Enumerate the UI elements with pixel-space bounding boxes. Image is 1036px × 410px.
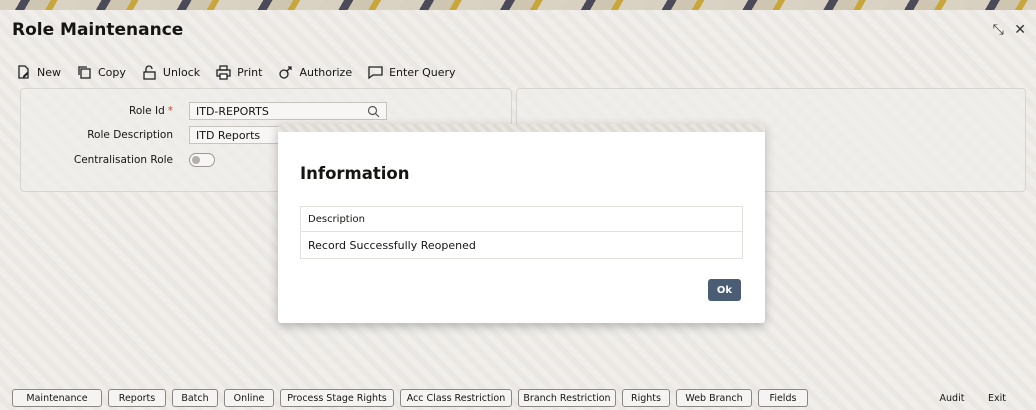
message-row: Record Successfully Reopened: [308, 238, 476, 252]
online-button[interactable]: Online: [224, 389, 274, 407]
fields-button[interactable]: Fields: [758, 389, 808, 407]
authorize-label: Authorize: [299, 65, 353, 79]
new-icon: [18, 64, 29, 79]
audit-button[interactable]: Audit: [932, 389, 972, 407]
role-id-value: ITD-REPORTS: [196, 104, 269, 118]
process-stage-rights-button[interactable]: Process Stage Rights: [280, 389, 394, 407]
unlock-icon: [143, 64, 156, 80]
new-button[interactable]: New: [16, 64, 61, 80]
batch-button[interactable]: Batch: [172, 389, 218, 407]
authorize-button[interactable]: Authorize: [278, 65, 352, 80]
centralisation-role-toggle[interactable]: [189, 153, 215, 167]
print-icon: [216, 64, 231, 80]
ok-button[interactable]: Ok: [708, 279, 741, 301]
top-banner: [0, 0, 1036, 10]
authorize-icon: [279, 65, 293, 79]
centralisation-role-label: Centralisation Role: [73, 154, 173, 166]
role-description-label: Role Description: [87, 129, 173, 141]
reports-button[interactable]: Reports: [108, 389, 166, 407]
comment-icon: [368, 65, 383, 79]
copy-icon: [78, 65, 91, 79]
acc-class-restriction-button[interactable]: Acc Class Restriction: [400, 389, 512, 407]
role-id-field[interactable]: ITD-REPORTS: [189, 102, 387, 120]
window-controls: ⤡ ✕: [987, 22, 1026, 38]
information-dialog: Information Description Record Successfu…: [278, 124, 765, 323]
unlock-button[interactable]: Unlock: [142, 64, 201, 80]
role-id-label: Role Id: [129, 105, 165, 117]
copy-button[interactable]: Copy: [77, 65, 126, 80]
enter-query-button[interactable]: Enter Query: [368, 65, 456, 80]
branch-restriction-button[interactable]: Branch Restriction: [518, 389, 616, 407]
rights-button[interactable]: Rights: [622, 389, 670, 407]
print-button[interactable]: Print: [216, 64, 263, 80]
unlock-label: Unlock: [162, 65, 201, 79]
copy-label: Copy: [98, 65, 126, 79]
required-marker: *: [167, 105, 173, 117]
enter-query-label: Enter Query: [389, 65, 456, 79]
bottom-action-bar: Maintenance Reports Batch Online Process…: [0, 388, 1036, 410]
new-label: New: [37, 65, 61, 79]
maintenance-button[interactable]: Maintenance: [12, 389, 102, 407]
role-description-value: ITD Reports: [196, 128, 261, 142]
description-column-header: Description: [301, 207, 742, 232]
dialog-title: Information: [300, 164, 410, 183]
role-id-row: Role Id * ITD-REPORTS: [21, 101, 387, 121]
print-label: Print: [237, 65, 263, 79]
maximize-icon[interactable]: ⤡: [993, 22, 1004, 38]
search-icon[interactable]: [367, 105, 380, 118]
centralisation-role-row: Centralisation Role: [21, 150, 215, 170]
close-icon[interactable]: ✕: [1014, 22, 1026, 38]
toolbar: New Copy Unlock Print Authorize Enter Qu…: [16, 60, 472, 84]
exit-button[interactable]: Exit: [980, 389, 1014, 407]
message-table: Description Record Successfully Reopened: [300, 206, 743, 259]
page-title: Role Maintenance: [12, 20, 184, 40]
web-branch-button[interactable]: Web Branch: [676, 389, 752, 407]
dialog-header: [278, 124, 765, 132]
